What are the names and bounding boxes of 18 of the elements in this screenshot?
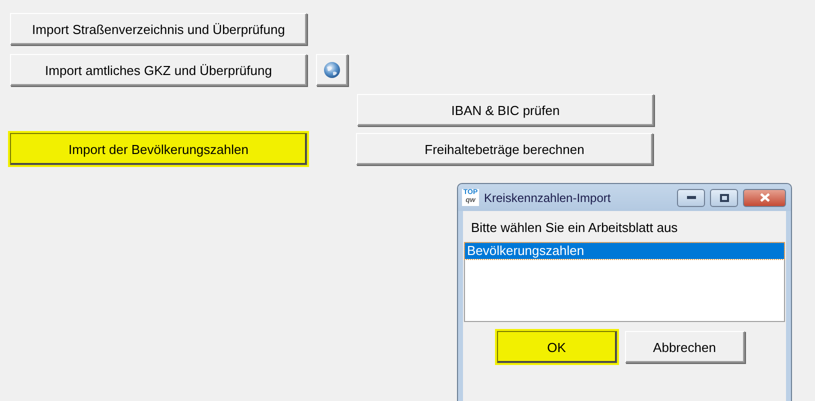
action-button[interactable]: IBAN & BIC prüfen — [357, 94, 654, 126]
maximize-icon — [720, 194, 728, 202]
globe-icon — [323, 61, 341, 79]
close-icon — [760, 193, 770, 202]
dialog-button[interactable]: Abbrechen — [624, 331, 744, 363]
action-button[interactable]: Import Straßenverzeichnis und Überprüfung — [10, 13, 307, 45]
prompt-text: Bitte wählen Sie ein Arbeitsblatt aus — [471, 220, 679, 237]
minimize-button[interactable] — [677, 188, 705, 206]
action-button[interactable]: Import der Bevölkerungszahlen — [10, 133, 307, 165]
list-item[interactable]: Bevölkerungszahlen — [465, 243, 784, 259]
action-button[interactable]: Freihaltebeträge berechnen — [356, 133, 653, 165]
action-button[interactable]: Import amtliches GKZ und Überprüfung — [10, 54, 307, 86]
maximize-button[interactable] — [710, 188, 738, 206]
close-button[interactable] — [743, 188, 786, 206]
window-title: Kreiskennzahlen-Import — [484, 190, 612, 204]
dialog-button[interactable]: OK — [496, 331, 616, 363]
globe-button[interactable] — [316, 54, 348, 86]
minimize-icon — [686, 196, 696, 199]
